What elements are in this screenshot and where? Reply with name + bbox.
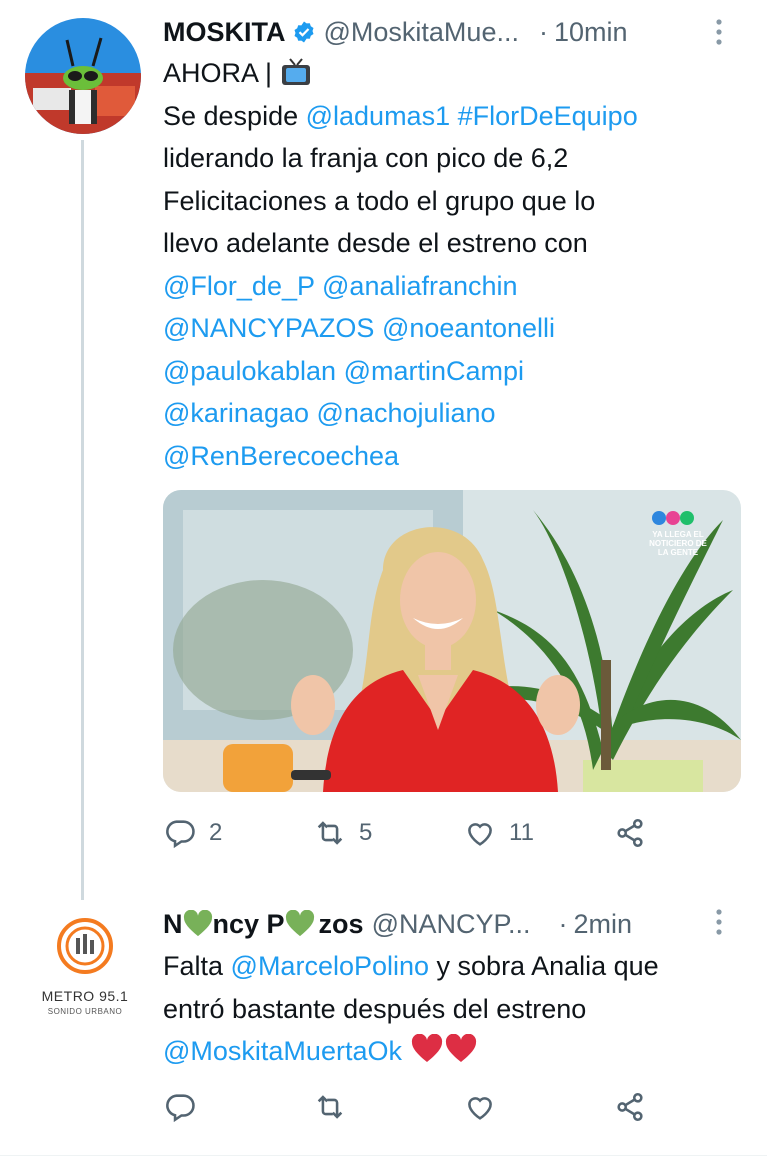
mention-link[interactable]: @martinCampi xyxy=(344,356,524,386)
mention-link[interactable]: @nachojuliano xyxy=(317,398,496,428)
tweet-text-line: Felicitaciones a todo el grupo que lo xyxy=(163,180,733,223)
moskita-avatar[interactable] xyxy=(25,18,141,134)
heart-icon xyxy=(468,823,492,846)
name-part-2: ncy P xyxy=(212,908,285,939)
tweet-text-line: @MoskitaMuertaOk xyxy=(163,1030,733,1073)
tweet-text-line: @karinagao @nachojuliano xyxy=(163,392,733,435)
retweet-button[interactable] xyxy=(313,1090,347,1124)
tweet-text-line: liderando la franja con pico de 6,2 xyxy=(163,137,733,180)
author-handle[interactable]: @MoskitaMue... xyxy=(324,17,519,48)
timestamp[interactable]: 2min xyxy=(574,909,633,940)
verified-badge-icon xyxy=(294,21,313,43)
text-segment xyxy=(336,356,344,386)
share-button[interactable] xyxy=(613,1090,647,1124)
more-options-icon[interactable] xyxy=(714,908,724,936)
tweet-actions: 2 5 11 xyxy=(163,816,663,856)
mention-link[interactable]: @MoskitaMuertaOk xyxy=(163,1036,402,1066)
tweet-text-line: entró bastante después del estreno xyxy=(163,988,733,1031)
reply-count: 2 xyxy=(209,819,223,846)
text-segment xyxy=(450,101,458,131)
reply-icon xyxy=(166,820,195,849)
text-segment xyxy=(309,398,317,428)
text-segment: y sobra Analia que xyxy=(429,951,659,981)
hashtag-link[interactable]: #FlorDeEquipo xyxy=(458,101,638,131)
reply-icon xyxy=(166,1094,195,1123)
mention-link[interactable]: @Flor_de_P xyxy=(163,271,315,301)
text-segment: entró bastante después del estreno xyxy=(163,993,587,1024)
author-name[interactable]: N ncy P zos xyxy=(163,909,364,940)
author-handle[interactable]: @NANCYP... xyxy=(372,909,531,940)
retweet-count: 5 xyxy=(359,819,373,846)
green-heart-emoji-icon xyxy=(183,910,212,937)
like-button[interactable] xyxy=(463,1090,497,1124)
tv-emoji-icon xyxy=(281,58,310,85)
mention-link[interactable]: @NANCYPAZOS xyxy=(163,313,374,343)
metro-logo-icon xyxy=(57,918,113,974)
more-options-icon[interactable] xyxy=(714,18,724,46)
mention-link[interactable]: @paulokablan xyxy=(163,356,336,386)
tweet-header: N ncy P zos @NANCYP... · 2min xyxy=(163,902,632,946)
metro-avatar[interactable]: METRO 95.1 SONIDO URBANO xyxy=(30,918,140,1018)
mention-link[interactable]: @ladumas1 xyxy=(306,101,450,131)
reply-button[interactable] xyxy=(163,1090,197,1124)
tweet-text: Falta @MarceloPolino y sobra Analia que e… xyxy=(163,945,733,1073)
reply-button[interactable]: 2 xyxy=(163,816,222,850)
separator-dot: · xyxy=(558,908,568,939)
mention-link[interactable]: @RenBerecoechea xyxy=(163,441,399,471)
mention-link[interactable]: @analiafranchin xyxy=(322,271,518,301)
name-part-3: zos xyxy=(318,908,364,939)
share-icon xyxy=(617,1092,643,1122)
mention-link[interactable]: @MarceloPolino xyxy=(231,951,430,981)
tweet-text-line: @Flor_de_P @analiafranchin xyxy=(163,265,733,308)
text-segment xyxy=(315,271,323,301)
tweet-text-line: AHORA | xyxy=(163,52,733,95)
text-segment: Felicitaciones a todo el grupo que lo xyxy=(163,185,596,216)
tweet-media-image[interactable]: YA LLEGA EL NOTICIERO DE LA GENTE xyxy=(163,490,741,792)
red-heart-emoji-icon xyxy=(446,1034,477,1062)
text-segment: AHORA | xyxy=(163,58,280,88)
bottom-divider xyxy=(0,1155,767,1156)
tweet-text: AHORA | Se despide @ladumas1 #FlorDeEqui… xyxy=(163,52,733,477)
like-button[interactable]: 11 xyxy=(463,816,534,850)
author-name[interactable]: MOSKITA xyxy=(163,17,286,48)
tweet-text-line: llevo adelante desde el estreno con xyxy=(163,222,733,265)
tweet-text-line: Se despide @ladumas1 #FlorDeEquipo xyxy=(163,95,733,138)
retweet-icon xyxy=(317,821,343,845)
share-icon xyxy=(617,818,643,848)
text-segment: Falta xyxy=(163,951,231,981)
text-segment: Se despide xyxy=(163,100,306,131)
metro-logo-text: METRO 95.1 xyxy=(41,988,129,1004)
thread-connector-line xyxy=(81,140,84,900)
name-part-1: N xyxy=(163,908,183,939)
tweet-text-line: @RenBerecoechea xyxy=(163,435,733,478)
media-overlay-text: YA LLEGA EL NOTICIERO DE LA GENTE xyxy=(649,530,707,557)
tweet-nancy-pazos[interactable]: METRO 95.1 SONIDO URBANO N ncy P zos @NA… xyxy=(0,900,767,1158)
mention-link[interactable]: @noeantonelli xyxy=(382,313,555,343)
green-heart-emoji-icon xyxy=(285,910,314,937)
timestamp[interactable]: 10min xyxy=(554,17,628,48)
red-heart-emoji-icon xyxy=(412,1034,443,1062)
like-count: 11 xyxy=(509,819,534,846)
retweet-button[interactable]: 5 xyxy=(313,816,372,850)
tweet-actions xyxy=(163,1090,663,1130)
mosquito-avatar-image xyxy=(25,18,141,134)
tweet-text-line: Falta @MarceloPolino y sobra Analia que xyxy=(163,945,733,988)
mention-link[interactable]: @karinagao xyxy=(163,398,309,428)
tweet-text-line: @paulokablan @martinCampi xyxy=(163,350,733,393)
heart-icon xyxy=(468,1097,492,1120)
tweet-text-line: @NANCYPAZOS @noeantonelli xyxy=(163,307,733,350)
text-segment: liderando la franja con pico de 6,2 xyxy=(163,143,569,173)
text-segment xyxy=(374,313,382,343)
text-segment: llevo adelante desde el estreno con xyxy=(163,228,588,258)
retweet-icon xyxy=(317,1095,343,1119)
share-button[interactable] xyxy=(613,816,647,850)
tweet-header: MOSKITA @MoskitaMue... · 10min xyxy=(163,14,628,50)
tweet-moskita[interactable]: MOSKITA @MoskitaMue... · 10min AHORA | S… xyxy=(0,0,767,900)
separator-dot: · xyxy=(538,16,548,47)
metro-logo-subtext: SONIDO URBANO xyxy=(47,1007,123,1016)
